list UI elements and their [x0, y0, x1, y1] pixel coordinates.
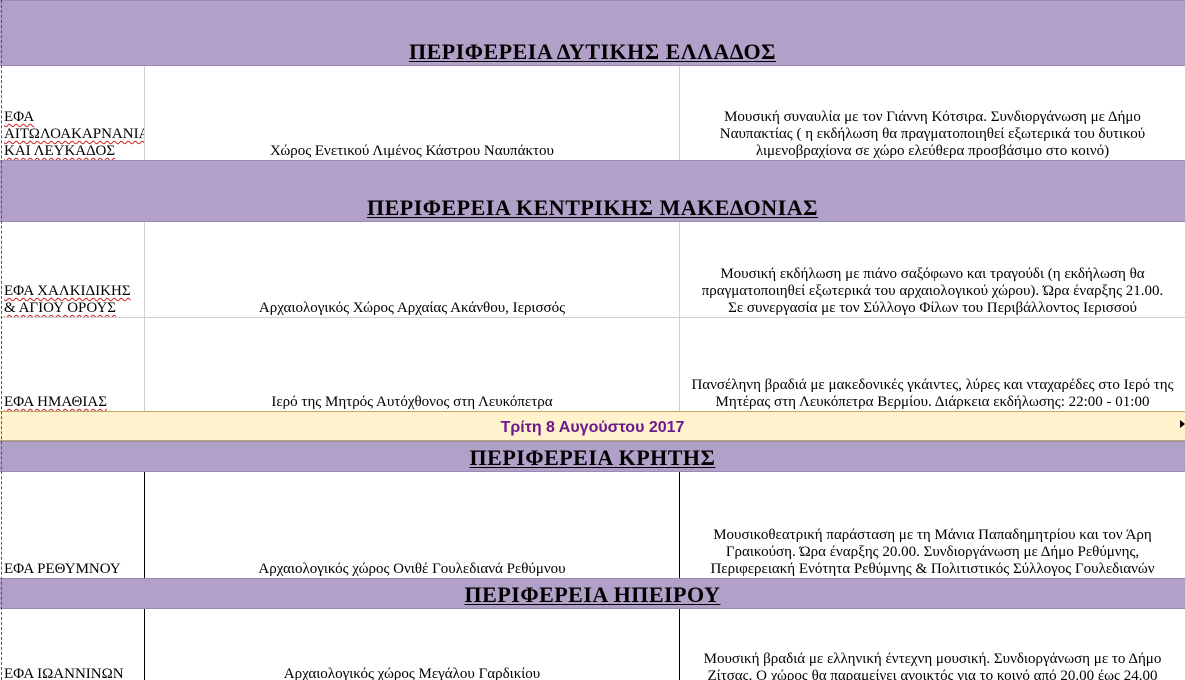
table-row: ΕΦΑ ΑΙΤΩΛΟΑΚΑΡΝΑΝΙΑΣ ΚΑΙ ΛΕΥΚΑΔΟΣ Χώρος … [0, 66, 1185, 160]
location-cell[interactable]: Ιερό της Μητρός Αυτόχθονος στη Λευκόπετρ… [145, 318, 680, 411]
efa-name: ΕΦΑ ΙΩΑΝΝΙΝΩΝ [4, 666, 124, 680]
region-header-crete: ΠΕΡΙΦΕΡΕΙΑ ΚΡΗΤΗΣ [0, 441, 1185, 472]
description-cell[interactable]: Πανσέληνη βραδιά με μακεδονικές γκάιντες… [680, 318, 1185, 411]
region-title: ΠΕΡΙΦΕΡΕΙΑ ΚΡΗΤΗΣ [469, 445, 716, 470]
table-row: ΕΦΑ ΙΩΑΝΝΙΝΩΝ Αρχαιολογικός χώρος Μεγάλο… [0, 609, 1185, 680]
description-cell[interactable]: Μουσικοθεατρική παράσταση με τη Μάνια Πα… [680, 472, 1185, 578]
location-text: Αρχαιολογικός χώρος Μεγάλου Γαρδικίου [283, 666, 541, 680]
region-title: ΠΕΡΙΦΕΡΕΙΑ ΗΠΕΙΡΟΥ [464, 582, 721, 607]
description-cell[interactable]: Μουσική εκδήλωση με πιάνο σαξόφωνο και τ… [680, 222, 1185, 317]
region-title: ΠΕΡΙΦΕΡΕΙΑ ΔΥΤΙΚΗΣ ΕΛΛΑΔΟΣ [408, 39, 777, 64]
date-text: Τρίτη 8 Αυγούστου 2017 [500, 419, 685, 436]
date-header: Τρίτη 8 Αυγούστου 2017 [0, 411, 1185, 441]
description-cell[interactable]: Μουσική βραδιά με ελληνική έντεχνη μουσι… [680, 609, 1185, 680]
efa-name: ΕΦΑ ΗΜΑΘΙΑΣ [4, 394, 107, 410]
efa-cell[interactable]: ΕΦΑ ΙΩΑΝΝΙΝΩΝ [0, 609, 145, 680]
efa-name: ΕΦΑ ΡΕΘΥΜΝΟΥ [4, 561, 121, 577]
description-text: Μουσικοθεατρική παράσταση με τη Μάνια Πα… [710, 527, 1155, 577]
description-cell[interactable]: Μουσική συναυλία με τον Γιάννη Κότσιρα. … [680, 66, 1185, 160]
location-text: Αρχαιολογικός Χώρος Αρχαίας Ακάνθου, Ιερ… [258, 300, 566, 316]
table-row: ΕΦΑ ΧΑΛΚΙΔΙΚΗΣ & ΑΓΙΟΥ ΟΡΟΥΣ Αρχαιολογικ… [0, 222, 1185, 317]
description-text: Μουσική συναυλία με τον Γιάννη Κότσιρα. … [719, 109, 1146, 159]
location-text: Χώρος Ενετικού Λιμένος Κάστρου Ναυπάκτου [270, 143, 554, 159]
location-cell[interactable]: Αρχαιολογικός χώρος Ονιθέ Γουλεδιανά Ρεθ… [145, 472, 680, 578]
efa-cell[interactable]: ΕΦΑ ΧΑΛΚΙΔΙΚΗΣ & ΑΓΙΟΥ ΟΡΟΥΣ [0, 222, 145, 317]
region-header-epirus: ΠΕΡΙΦΕΡΕΙΑ ΗΠΕΙΡΟΥ [0, 578, 1185, 609]
efa-cell[interactable]: ΕΦΑ ΗΜΑΘΙΑΣ [0, 318, 145, 411]
spreadsheet: ΠΕΡΙΦΕΡΕΙΑ ΔΥΤΙΚΗΣ ΕΛΛΑΔΟΣ ΕΦΑ ΑΙΤΩΛΟΑΚΑ… [0, 0, 1185, 680]
location-text: Αρχαιολογικός χώρος Ονιθέ Γουλεδιανά Ρεθ… [258, 561, 566, 577]
region-title: ΠΕΡΙΦΕΡΕΙΑ ΚΕΝΤΡΙΚΗΣ ΜΑΚΕΔΟΝΙΑΣ [366, 195, 819, 220]
location-cell[interactable]: Αρχαιολογικός Χώρος Αρχαίας Ακάνθου, Ιερ… [145, 222, 680, 317]
location-cell[interactable]: Αρχαιολογικός χώρος Μεγάλου Γαρδικίου [145, 609, 680, 680]
location-text: Ιερό της Μητρός Αυτόχθονος στη Λευκόπετρ… [271, 394, 553, 410]
region-header-central-macedonia: ΠΕΡΙΦΕΡΕΙΑ ΚΕΝΤΡΙΚΗΣ ΜΑΚΕΔΟΝΙΑΣ [0, 160, 1185, 222]
description-text: Μουσική εκδήλωση με πιάνο σαξόφωνο και τ… [701, 266, 1164, 316]
efa-name: ΕΦΑ ΧΑΛΚΙΔΙΚΗΣ & ΑΓΙΟΥ ΟΡΟΥΣ [4, 283, 131, 316]
efa-name: ΕΦΑ ΑΙΤΩΛΟΑΚΑΡΝΑΝΙΑΣ ΚΑΙ ΛΕΥΚΑΔΟΣ [4, 109, 145, 159]
description-text: Μουσική βραδιά με ελληνική έντεχνη μουσι… [703, 651, 1162, 680]
page-break-line [1, 0, 2, 680]
triangle-right-icon [1180, 420, 1185, 428]
description-text: Πανσέληνη βραδιά με μακεδονικές γκάιντες… [691, 377, 1174, 410]
efa-cell[interactable]: ΕΦΑ ΡΕΘΥΜΝΟΥ [0, 472, 145, 578]
efa-cell[interactable]: ΕΦΑ ΑΙΤΩΛΟΑΚΑΡΝΑΝΙΑΣ ΚΑΙ ΛΕΥΚΑΔΟΣ [0, 66, 145, 160]
table-row: ΕΦΑ ΡΕΘΥΜΝΟΥ Αρχαιολογικός χώρος Ονιθέ Γ… [0, 472, 1185, 578]
region-header-western-greece: ΠΕΡΙΦΕΡΕΙΑ ΔΥΤΙΚΗΣ ΕΛΛΑΔΟΣ [0, 0, 1185, 66]
location-cell[interactable]: Χώρος Ενετικού Λιμένος Κάστρου Ναυπάκτου [145, 66, 680, 160]
table-row: ΕΦΑ ΗΜΑΘΙΑΣ Ιερό της Μητρός Αυτόχθονος σ… [0, 318, 1185, 411]
